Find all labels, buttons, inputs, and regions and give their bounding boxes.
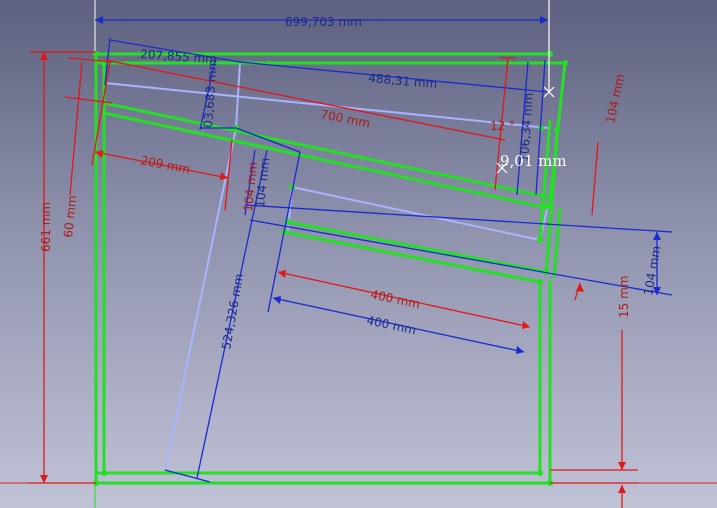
dim-total-width[interactable]: 699,703 mm [285, 15, 362, 29]
dim-diagonal-700[interactable]: 700 mm [319, 107, 371, 130]
sketcher-3d-view[interactable]: 699,703 mm 207,855 mm 488,31 mm 700 mm 0… [0, 0, 717, 508]
lower-slant-2[interactable] [283, 230, 541, 284]
dim-height-104-lower-right[interactable]: 104 mm [641, 245, 663, 297]
dim-height-104-right[interactable]: 104 mm [603, 73, 627, 125]
dim-partial-3683[interactable]: 03,683 mm [201, 58, 220, 128]
cursor-value-readout: 9,01 mm [500, 152, 567, 170]
dim-angle[interactable]: 12 ° [490, 119, 515, 133]
dimension-arrows [40, 16, 661, 493]
dim-length-400-blue[interactable]: 400 mm [365, 313, 417, 337]
dim-height-60[interactable]: 60 mm [61, 195, 79, 239]
dim-length-524326[interactable]: 524,326 mm [219, 272, 246, 350]
dim-width-209[interactable]: 209 mm [139, 153, 191, 176]
lower-slant-1[interactable] [287, 220, 547, 274]
sketch-canvas[interactable]: 699,703 mm 207,855 mm 488,31 mm 700 mm 0… [0, 0, 717, 508]
dim-upper-length[interactable]: 488,31 mm [368, 71, 438, 91]
dim-length-400-red[interactable]: 400 mm [369, 287, 421, 311]
dim-height-661[interactable]: 661 mm [39, 202, 53, 252]
right-post-3[interactable] [544, 204, 554, 276]
dim-height-15[interactable]: 15 mm [617, 276, 631, 318]
right-post-4[interactable] [552, 207, 562, 279]
construction-lines [104, 61, 549, 471]
